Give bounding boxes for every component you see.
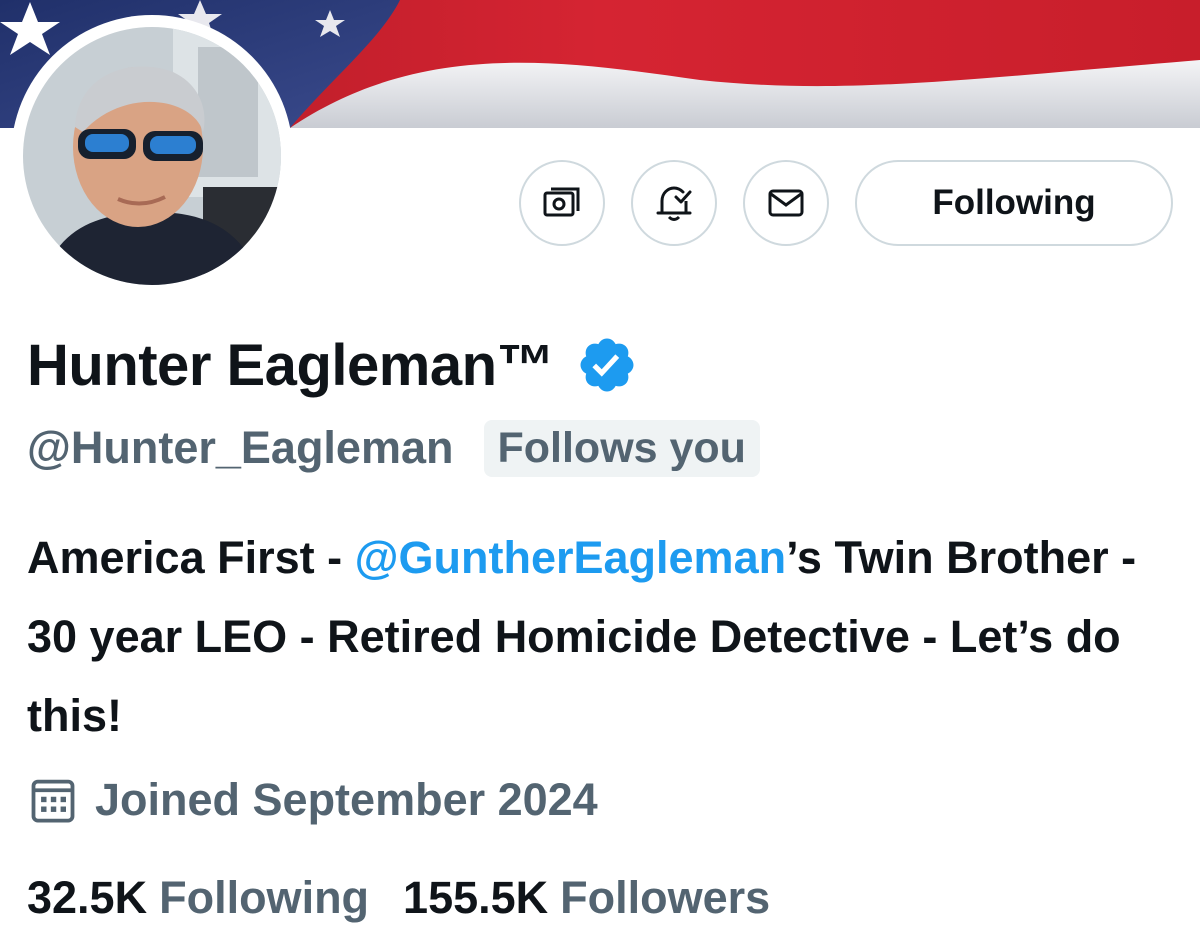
user-handle: @Hunter_Eagleman <box>27 422 454 473</box>
following-label: Following <box>159 872 370 923</box>
verified-badge-icon[interactable] <box>576 334 638 396</box>
tip-button[interactable] <box>519 160 605 246</box>
joined-date: Joined September 2024 <box>27 770 598 830</box>
followers-count: 155.5K <box>403 872 549 923</box>
notify-button[interactable] <box>631 160 717 246</box>
calendar-icon <box>31 779 75 823</box>
avatar[interactable] <box>11 15 293 297</box>
money-icon <box>543 187 580 217</box>
bell-check-icon <box>656 186 692 221</box>
bio-mention-link[interactable]: @GuntherEagleman <box>355 532 786 583</box>
display-name: Hunter Eagleman™ <box>27 332 555 398</box>
avatar-photo <box>23 27 281 285</box>
following-stat[interactable]: 32.5K Following <box>27 872 369 924</box>
profile-bio: America First - @GuntherEagleman’s Twin … <box>27 518 1177 755</box>
followers-label: Followers <box>560 872 771 923</box>
bio-text-start: America First - <box>27 532 355 583</box>
message-button[interactable] <box>743 160 829 246</box>
envelope-icon <box>768 189 804 217</box>
joined-text: Joined September 2024 <box>95 774 598 825</box>
follows-you-badge: Follows you <box>483 419 760 477</box>
followers-stat[interactable]: 155.5K Followers <box>403 872 770 924</box>
following-count: 32.5K <box>27 872 148 923</box>
following-button[interactable]: Following <box>855 160 1173 246</box>
